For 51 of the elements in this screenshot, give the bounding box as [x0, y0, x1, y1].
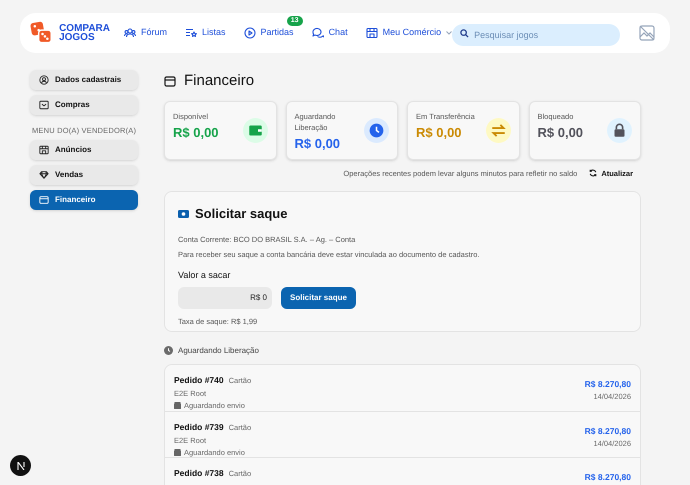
order-number: Pedido #738 — [174, 466, 224, 480]
sidebar-item[interactable]: Compras — [30, 95, 138, 115]
storefront-icon — [366, 27, 378, 39]
order-amount: R$ 8.270,80 — [584, 470, 631, 484]
people-icon — [124, 27, 136, 39]
lock-icon — [607, 118, 632, 142]
clock-icon — [364, 118, 389, 142]
image-placeholder-icon[interactable] — [638, 24, 656, 42]
chat-bubbles-icon — [312, 27, 324, 39]
nav-link[interactable]: Chat — [312, 26, 348, 40]
tray-icon — [39, 100, 49, 110]
nav-link[interactable]: Fórum — [124, 26, 168, 40]
order-number: Pedido #739 — [174, 420, 224, 434]
transfer-arrows-icon — [486, 118, 510, 142]
nav-link[interactable]: Meu Comércio — [366, 26, 442, 40]
field-label: Valor a sacar — [178, 268, 232, 282]
section-title: Solicitar saque — [195, 204, 288, 223]
diamond-icon — [39, 170, 49, 180]
page-title: Financeiro — [184, 71, 254, 91]
amount-field[interactable]: R$ 0 — [178, 287, 272, 310]
card-amount: R$ 0,00 — [538, 124, 584, 142]
nav-link[interactable]: Partidas — [244, 26, 294, 40]
card-amount: R$ 0,00 — [416, 124, 463, 142]
sidebar-item[interactable]: Vendas — [30, 165, 138, 186]
withdraw-button[interactable]: Solicitar saque — [281, 287, 356, 310]
box-icon — [174, 448, 181, 456]
wallet-icon — [164, 76, 176, 87]
list-star-icon — [185, 27, 198, 39]
user-circle-icon — [39, 75, 49, 85]
order-number: Pedido #740 — [174, 374, 224, 386]
cash-icon — [178, 210, 189, 218]
logo-text[interactable]: COMPARA JOGOS — [59, 24, 110, 42]
section-heading: Aguardando Liberação — [178, 344, 259, 357]
search-icon — [460, 28, 470, 38]
play-icon — [244, 27, 256, 39]
refresh-icon — [589, 169, 598, 178]
search-field[interactable]: Pesquisar jogos — [452, 24, 620, 46]
card-amount: R$ 0,00 — [294, 134, 342, 152]
sidebar-item[interactable]: Dados cadastrais — [30, 70, 138, 90]
storefront-icon — [39, 145, 49, 156]
wallet-icon — [242, 118, 268, 142]
order-amount: R$ 8.270,80 — [584, 378, 631, 390]
sidebar-item[interactable]: Financeiro — [30, 190, 138, 210]
dev-indicator-icon[interactable] — [10, 455, 31, 476]
clock-icon — [164, 346, 173, 356]
card-amount: R$ 0,00 — [173, 124, 220, 142]
sidebar-item[interactable]: Anúncios — [30, 140, 138, 160]
wallet-icon — [39, 195, 49, 206]
order-amount: R$ 8.270,80 — [584, 424, 631, 438]
box-icon — [174, 402, 181, 409]
nav-link[interactable]: Listas — [185, 26, 226, 40]
